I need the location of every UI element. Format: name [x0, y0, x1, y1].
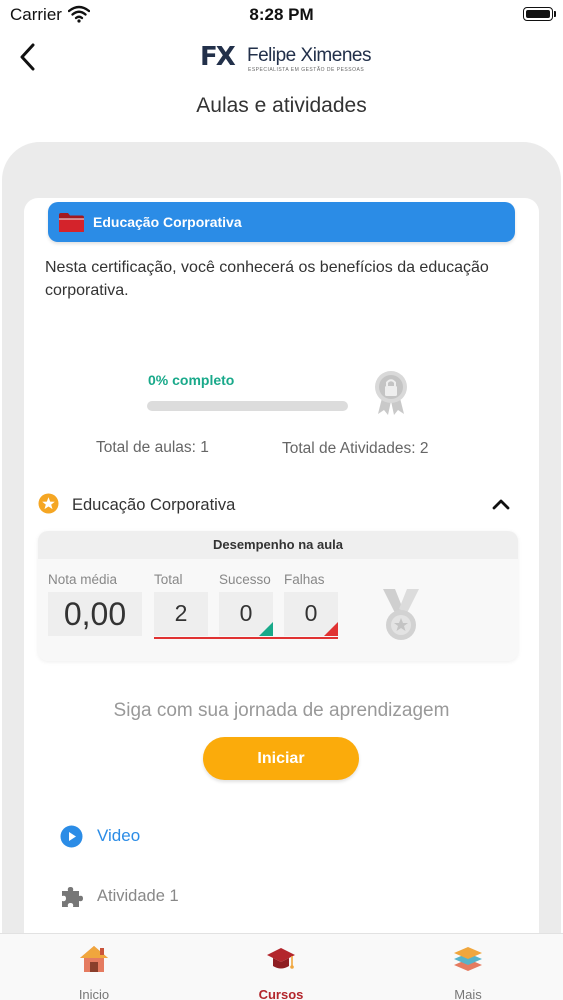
nota-media-label: Nota média [48, 572, 118, 587]
tab-label: Mais [454, 987, 482, 1000]
performance-panel: Desempenho na aula Nota média Total Suce… [38, 531, 518, 661]
start-button[interactable]: Iniciar [203, 737, 359, 780]
nota-media-value: 0,00 [48, 592, 142, 636]
stats-underline [154, 637, 338, 639]
total-lessons: Total de aulas: 1 [96, 439, 209, 456]
tab-label: Inicio [78, 987, 110, 1000]
falhas-value: 0 [304, 600, 318, 626]
lesson-accordion-header[interactable]: Educação Corporativa [38, 490, 518, 522]
total-label: Total [154, 572, 183, 587]
sucesso-value: 0 [239, 600, 253, 626]
tab-more[interactable]: Mais [408, 944, 528, 1000]
graduation-cap-icon [267, 948, 295, 969]
lesson-title: Educação Corporativa [72, 496, 236, 514]
course-description: Nesta certificação, você conhecerá os be… [45, 259, 489, 299]
falhas-label: Falhas [284, 572, 325, 587]
battery-icon [523, 7, 556, 21]
tab-home[interactable]: Inicio [34, 944, 154, 1000]
back-button[interactable] [12, 40, 42, 74]
sucesso-box: 0 [219, 592, 273, 636]
success-corner-marker [259, 622, 273, 636]
logo-mark: FX [200, 42, 236, 72]
failure-corner-marker [324, 622, 338, 636]
page-title: Aulas e atividades [196, 94, 367, 117]
logo-name: Felipe Ximenes [247, 45, 371, 66]
activity-label: Video [97, 826, 141, 845]
activity-item-atividade-1[interactable]: Atividade 1 [60, 881, 179, 911]
play-circle-icon [60, 825, 83, 847]
logo-tagline: ESPECIALISTA EM GESTÃO DE PESSOAS [248, 67, 365, 73]
status-bar: Carrier 8:28 PM [0, 0, 563, 30]
layers-icon [454, 947, 482, 971]
status-clock: 8:28 PM [249, 5, 314, 24]
progress-label: 0% completo [148, 372, 235, 388]
tab-courses[interactable]: Cursos [221, 944, 341, 1000]
activity-label: Atividade 1 [97, 886, 179, 905]
brand-logo: FX Felipe Ximenes ESPECIALISTA EM GESTÃO… [200, 42, 371, 74]
falhas-box: 0 [284, 592, 338, 636]
sucesso-label: Sucesso [219, 572, 271, 587]
performance-heading: Desempenho na aula [38, 531, 518, 559]
home-icon [80, 946, 108, 972]
certificate-badge-icon [375, 371, 407, 415]
medal-icon [383, 589, 419, 640]
course-banner: Educação Corporativa [48, 202, 515, 242]
puzzle-icon [62, 886, 83, 907]
progress-bar [147, 401, 348, 411]
course-title: Educação Corporativa [93, 214, 242, 230]
activity-item-video[interactable]: Video [60, 821, 140, 851]
total-activities: Total de Atividades: 2 [282, 440, 429, 457]
star-icon [38, 493, 59, 514]
journey-message: Siga com sua jornada de aprendizagem [113, 700, 450, 721]
chevron-left-icon [20, 43, 35, 71]
folder-icon [59, 212, 84, 232]
total-value: 2 [154, 592, 208, 636]
tab-label: Cursos [258, 987, 304, 1000]
chevron-up-icon[interactable] [491, 496, 511, 512]
tab-bar: Inicio Cursos Mais [0, 933, 563, 1000]
